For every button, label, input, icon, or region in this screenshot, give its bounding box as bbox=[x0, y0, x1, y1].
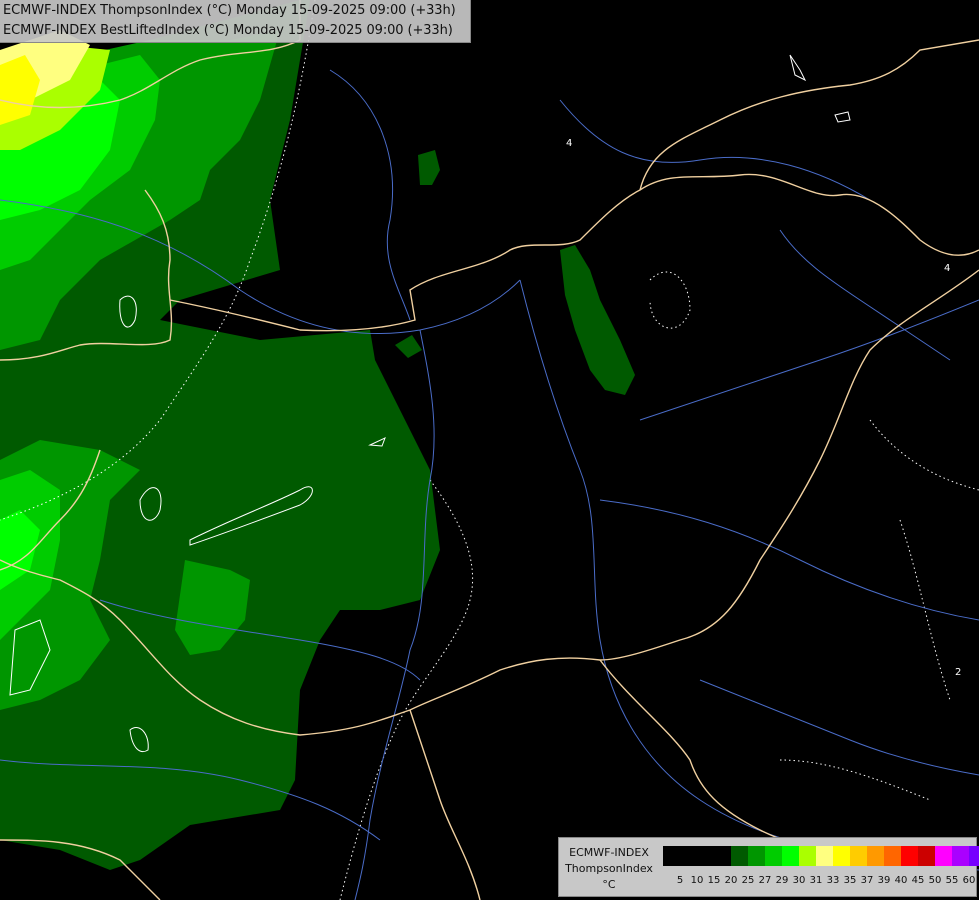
legend-tick-label: 60 bbox=[962, 875, 976, 886]
legend-swatch bbox=[765, 846, 782, 866]
legend-swatch bbox=[969, 846, 979, 866]
legend-tick-label: 35 bbox=[843, 875, 857, 886]
legend-tick-label: 20 bbox=[724, 875, 738, 886]
legend-tick-label: 27 bbox=[758, 875, 772, 886]
legend-tick-label: 25 bbox=[741, 875, 755, 886]
legend-swatch bbox=[731, 846, 748, 866]
title-best-lifted-index: ECMWF-INDEX BestLiftedIndex (°C) Monday … bbox=[3, 23, 453, 38]
legend-tick-label: 30 bbox=[792, 875, 806, 886]
legend-tick-label: 45 bbox=[911, 875, 925, 886]
legend-swatch bbox=[833, 846, 850, 866]
legend-tick-label: 55 bbox=[945, 875, 959, 886]
legend-title-model: ECMWF-INDEX bbox=[569, 846, 649, 859]
legend-title-variable: ThompsonIndex bbox=[565, 862, 653, 875]
contour-label: 4 bbox=[566, 138, 573, 149]
legend-swatch bbox=[697, 846, 714, 866]
legend-swatch bbox=[867, 846, 884, 866]
legend-swatch bbox=[918, 846, 935, 866]
legend-swatch bbox=[816, 846, 833, 866]
legend-tick-label: 39 bbox=[877, 875, 891, 886]
legend-swatch bbox=[680, 846, 697, 866]
title-box: ECMWF-INDEX ThompsonIndex (°C) Monday 15… bbox=[0, 0, 471, 43]
legend-tick-label: 33 bbox=[826, 875, 840, 886]
title-thompson-index: ECMWF-INDEX ThompsonIndex (°C) Monday 15… bbox=[3, 3, 456, 18]
weather-map bbox=[0, 0, 979, 900]
contour-label: 4 bbox=[944, 263, 951, 274]
legend-swatch bbox=[935, 846, 952, 866]
legend-swatch bbox=[748, 846, 765, 866]
legend-swatch bbox=[799, 846, 816, 866]
legend-swatch bbox=[884, 846, 901, 866]
color-legend: ECMWF-INDEX ThompsonIndex °C 5 10 15 20 25 27… bbox=[558, 837, 979, 897]
legend-tick-label: 31 bbox=[809, 875, 823, 886]
legend-unit: °C bbox=[602, 878, 616, 891]
contour-label: 2 bbox=[955, 667, 962, 678]
legend-tick-label: 10 bbox=[690, 875, 704, 886]
legend-swatch bbox=[952, 846, 969, 866]
legend-swatches bbox=[663, 846, 979, 866]
legend-tick-label: 15 bbox=[707, 875, 721, 886]
legend-tick-label: 29 bbox=[775, 875, 789, 886]
legend-tick-label: 40 bbox=[894, 875, 908, 886]
legend-swatch bbox=[714, 846, 731, 866]
legend-tick-label: 50 bbox=[928, 875, 942, 886]
legend-swatch bbox=[850, 846, 867, 866]
legend-swatch bbox=[663, 846, 680, 866]
legend-tick-label: 37 bbox=[860, 875, 874, 886]
legend-swatch bbox=[782, 846, 799, 866]
legend-swatch bbox=[901, 846, 918, 866]
legend-tick-label: 5 bbox=[676, 875, 684, 886]
